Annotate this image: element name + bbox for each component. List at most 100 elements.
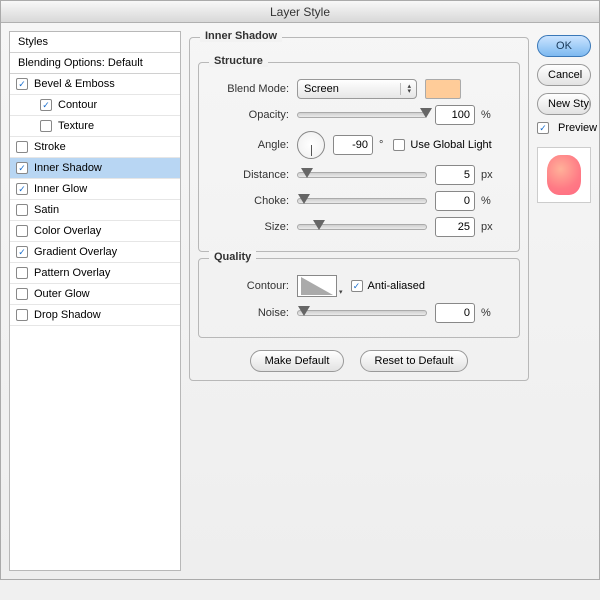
angle-input[interactable]: [333, 135, 373, 155]
noise-slider[interactable]: [297, 310, 427, 316]
style-label: Pattern Overlay: [34, 267, 110, 279]
style-item-bevel-emboss[interactable]: Bevel & Emboss: [10, 74, 180, 95]
preview-checkbox[interactable]: [537, 122, 549, 134]
contour-label: Contour:: [207, 280, 297, 292]
style-item-texture[interactable]: Texture: [10, 116, 180, 137]
opacity-label: Opacity:: [207, 109, 297, 121]
style-label: Gradient Overlay: [34, 246, 117, 258]
structure-title: Structure: [209, 55, 268, 67]
choke-slider[interactable]: [297, 198, 427, 204]
style-item-pattern-overlay[interactable]: Pattern Overlay: [10, 263, 180, 284]
style-label: Stroke: [34, 141, 66, 153]
style-item-outer-glow[interactable]: Outer Glow: [10, 284, 180, 305]
ok-button[interactable]: OK: [537, 35, 591, 57]
preview-label: Preview: [558, 122, 597, 134]
blending-options-header[interactable]: Blending Options: Default: [10, 53, 180, 74]
style-item-gradient-overlay[interactable]: Gradient Overlay: [10, 242, 180, 263]
cancel-button[interactable]: Cancel: [537, 64, 591, 86]
style-label: Outer Glow: [34, 288, 90, 300]
use-global-light-checkbox[interactable]: [393, 139, 405, 151]
distance-label: Distance:: [207, 169, 297, 181]
style-checkbox[interactable]: [40, 99, 52, 111]
distance-slider[interactable]: [297, 172, 427, 178]
quality-title: Quality: [209, 251, 256, 263]
size-slider[interactable]: [297, 224, 427, 230]
style-checkbox[interactable]: [16, 309, 28, 321]
style-checkbox[interactable]: [16, 78, 28, 90]
reset-default-button[interactable]: Reset to Default: [360, 350, 469, 372]
quality-group: Quality Contour: ▾ Anti-aliased Noise: %: [198, 258, 520, 338]
style-item-contour[interactable]: Contour: [10, 95, 180, 116]
make-default-button[interactable]: Make Default: [250, 350, 345, 372]
style-item-stroke[interactable]: Stroke: [10, 137, 180, 158]
style-checkbox[interactable]: [16, 225, 28, 237]
inner-shadow-heading: Inner Shadow: [200, 30, 282, 42]
select-arrows-icon: ▴▾: [407, 84, 411, 94]
style-label: Bevel & Emboss: [34, 78, 115, 90]
style-label: Drop Shadow: [34, 309, 101, 321]
style-item-inner-shadow[interactable]: Inner Shadow: [10, 158, 180, 179]
style-checkbox[interactable]: [16, 246, 28, 258]
layer-style-dialog: Layer Style Styles Blending Options: Def…: [0, 0, 600, 580]
blend-mode-select[interactable]: Screen ▴▾: [297, 79, 417, 99]
style-item-drop-shadow[interactable]: Drop Shadow: [10, 305, 180, 326]
angle-unit: °: [379, 139, 383, 151]
style-label: Texture: [58, 120, 94, 132]
style-label: Contour: [58, 99, 97, 111]
new-style-button[interactable]: New Style...: [537, 93, 591, 115]
preview-box: [537, 147, 591, 203]
slider-thumb[interactable]: [301, 168, 313, 178]
blend-mode-label: Blend Mode:: [207, 83, 297, 95]
choke-input[interactable]: [435, 191, 475, 211]
slider-thumb[interactable]: [420, 108, 432, 118]
structure-group: Structure Blend Mode: Screen ▴▾ Opacity:: [198, 62, 520, 252]
style-item-satin[interactable]: Satin: [10, 200, 180, 221]
style-label: Color Overlay: [34, 225, 101, 237]
slider-thumb[interactable]: [298, 194, 310, 204]
dialog-body: Styles Blending Options: Default Bevel &…: [1, 23, 599, 579]
slider-thumb[interactable]: [313, 220, 325, 230]
angle-dial[interactable]: [297, 131, 325, 159]
opacity-slider[interactable]: [297, 112, 427, 118]
right-panel: OK Cancel New Style... Preview: [537, 31, 591, 571]
main-panel: Inner Shadow Structure Blend Mode: Scree…: [189, 31, 529, 571]
style-label: Satin: [34, 204, 59, 216]
preview-swatch: [547, 155, 581, 195]
inner-shadow-group: Inner Shadow Structure Blend Mode: Scree…: [189, 37, 529, 381]
style-label: Inner Glow: [34, 183, 87, 195]
size-unit: px: [481, 221, 493, 233]
contour-icon: [301, 277, 333, 295]
size-label: Size:: [207, 221, 297, 233]
use-global-light-label: Use Global Light: [410, 139, 491, 151]
style-checkbox[interactable]: [16, 204, 28, 216]
opacity-input[interactable]: [435, 105, 475, 125]
choke-label: Choke:: [207, 195, 297, 207]
choke-unit: %: [481, 195, 491, 207]
styles-header[interactable]: Styles: [10, 32, 180, 53]
style-checkbox[interactable]: [16, 267, 28, 279]
styles-list: Bevel & Emboss Contour Texture Stroke Inner …: [10, 74, 180, 326]
style-item-inner-glow[interactable]: Inner Glow: [10, 179, 180, 200]
contour-dropdown-icon[interactable]: ▾: [339, 288, 343, 297]
angle-label: Angle:: [207, 139, 297, 151]
style-checkbox[interactable]: [16, 183, 28, 195]
style-label: Inner Shadow: [34, 162, 102, 174]
contour-picker[interactable]: [297, 275, 337, 297]
anti-aliased-label: Anti-aliased: [368, 280, 425, 292]
styles-panel: Styles Blending Options: Default Bevel &…: [9, 31, 181, 571]
color-swatch[interactable]: [425, 79, 461, 99]
size-input[interactable]: [435, 217, 475, 237]
distance-unit: px: [481, 169, 493, 181]
style-checkbox[interactable]: [16, 162, 28, 174]
noise-unit: %: [481, 307, 491, 319]
blend-mode-value: Screen: [304, 83, 339, 95]
style-checkbox[interactable]: [16, 288, 28, 300]
slider-thumb[interactable]: [298, 306, 310, 316]
titlebar: Layer Style: [1, 1, 599, 23]
style-checkbox[interactable]: [16, 141, 28, 153]
distance-input[interactable]: [435, 165, 475, 185]
noise-input[interactable]: [435, 303, 475, 323]
style-checkbox[interactable]: [40, 120, 52, 132]
style-item-color-overlay[interactable]: Color Overlay: [10, 221, 180, 242]
anti-aliased-checkbox[interactable]: [351, 280, 363, 292]
